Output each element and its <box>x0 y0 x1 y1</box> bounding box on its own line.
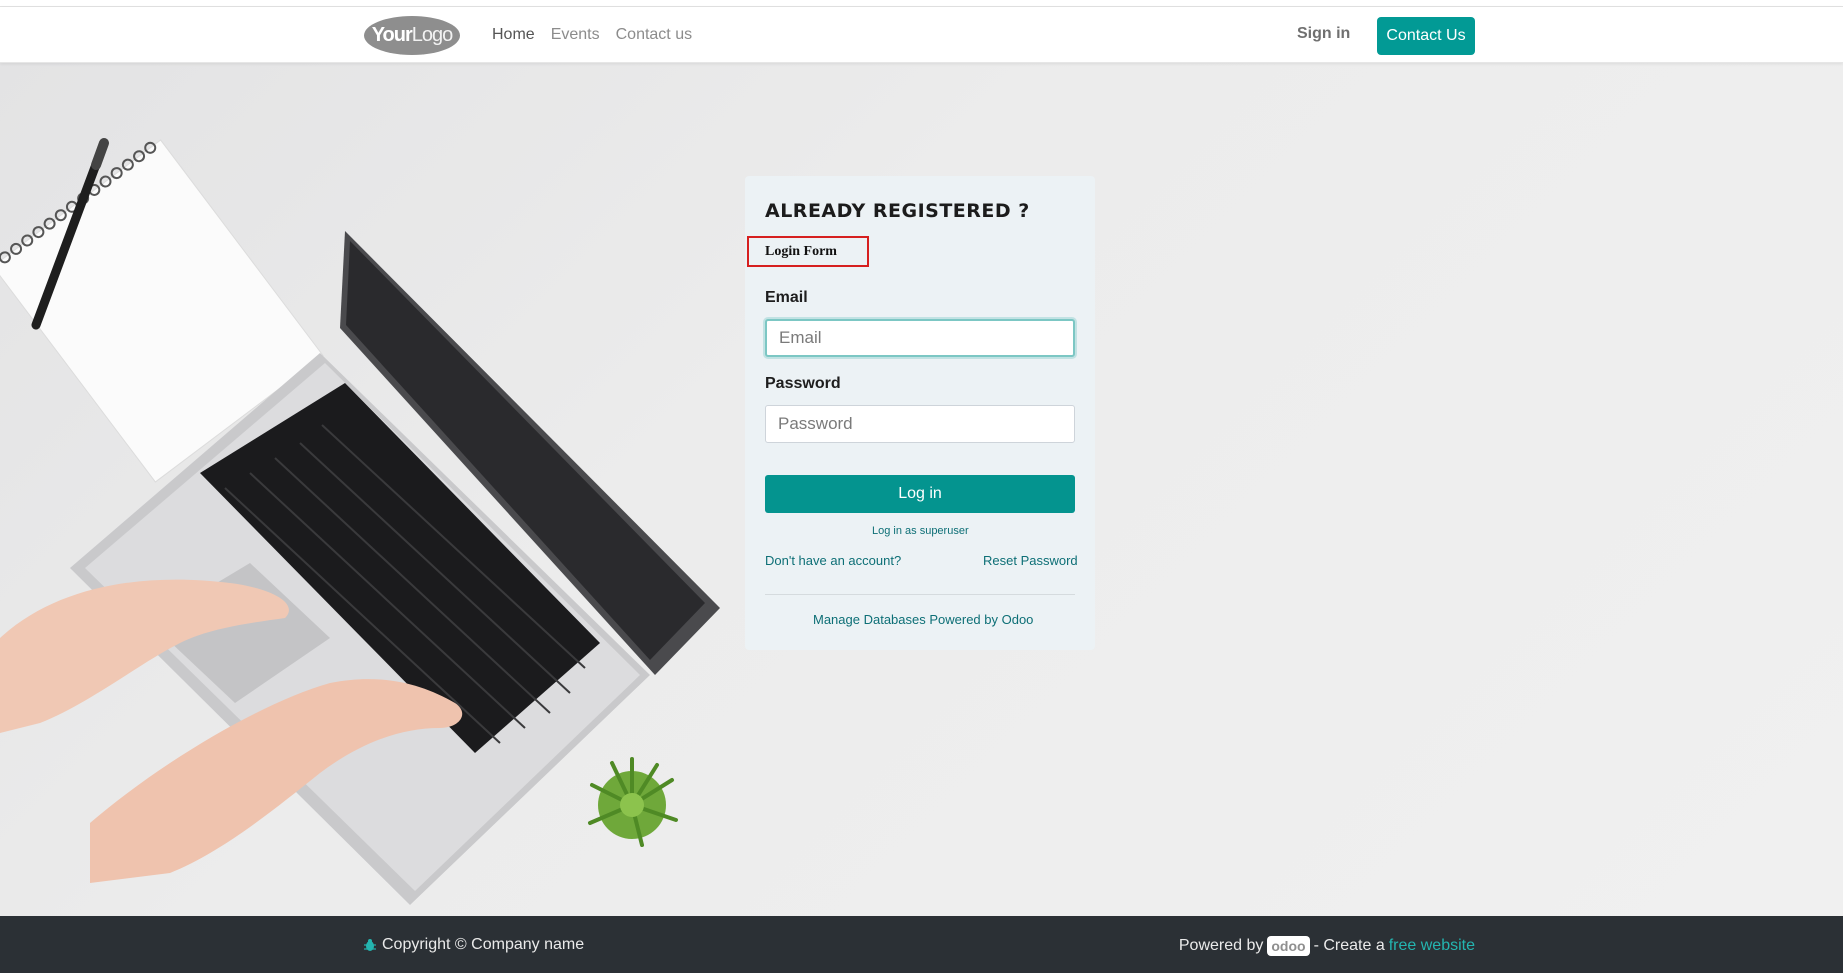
laptop-hands-illustration <box>0 138 720 905</box>
odoo-logo[interactable]: odoo <box>1267 936 1310 956</box>
site-footer: Copyright © Company name Powered by odoo… <box>0 916 1843 973</box>
bug-icon <box>364 939 376 951</box>
password-input[interactable] <box>765 405 1075 443</box>
login-button[interactable]: Log in <box>765 475 1075 513</box>
sign-in-link[interactable]: Sign in <box>1297 25 1350 43</box>
site-logo[interactable]: Your Logo <box>364 16 460 55</box>
site-header: Your Logo Home Events Contact us Sign in … <box>0 7 1843 63</box>
powered-by-text: Powered by <box>1178 937 1264 954</box>
contact-us-button[interactable]: Contact Us <box>1377 17 1475 55</box>
hero-background: ALREADY REGISTERED ? Login Form Email Pa… <box>0 63 1843 916</box>
card-divider <box>765 594 1075 595</box>
nav-home[interactable]: Home <box>492 26 535 44</box>
login-form-tag: Login Form <box>747 236 869 267</box>
manage-databases-link[interactable]: Manage Databases Powered by Odoo <box>813 612 1033 627</box>
create-text: - Create a <box>1313 937 1385 954</box>
logo-text-light: Logo <box>411 24 453 46</box>
nav-events[interactable]: Events <box>551 26 600 44</box>
email-label: Email <box>765 289 808 306</box>
powered-by: Powered by odoo - Create a free website <box>1179 936 1475 956</box>
signup-link[interactable]: Don't have an account? <box>765 553 901 568</box>
reset-password-link[interactable]: Reset Password <box>983 553 1078 568</box>
superuser-link[interactable]: Log in as superuser <box>872 525 969 537</box>
copyright: Copyright © Company name <box>364 936 584 954</box>
logo-text-bold: Your <box>371 24 413 46</box>
top-border <box>0 0 1843 7</box>
nav-contact-us[interactable]: Contact us <box>616 26 692 44</box>
password-label: Password <box>765 375 841 392</box>
email-input[interactable] <box>765 319 1075 357</box>
free-website-link[interactable]: free website <box>1389 937 1475 955</box>
main-nav: Home Events Contact us <box>492 7 692 63</box>
login-title: ALREADY REGISTERED ? <box>765 200 1030 222</box>
login-card: ALREADY REGISTERED ? Login Form Email Pa… <box>745 176 1095 650</box>
copyright-text: Copyright © Company name <box>382 936 585 953</box>
